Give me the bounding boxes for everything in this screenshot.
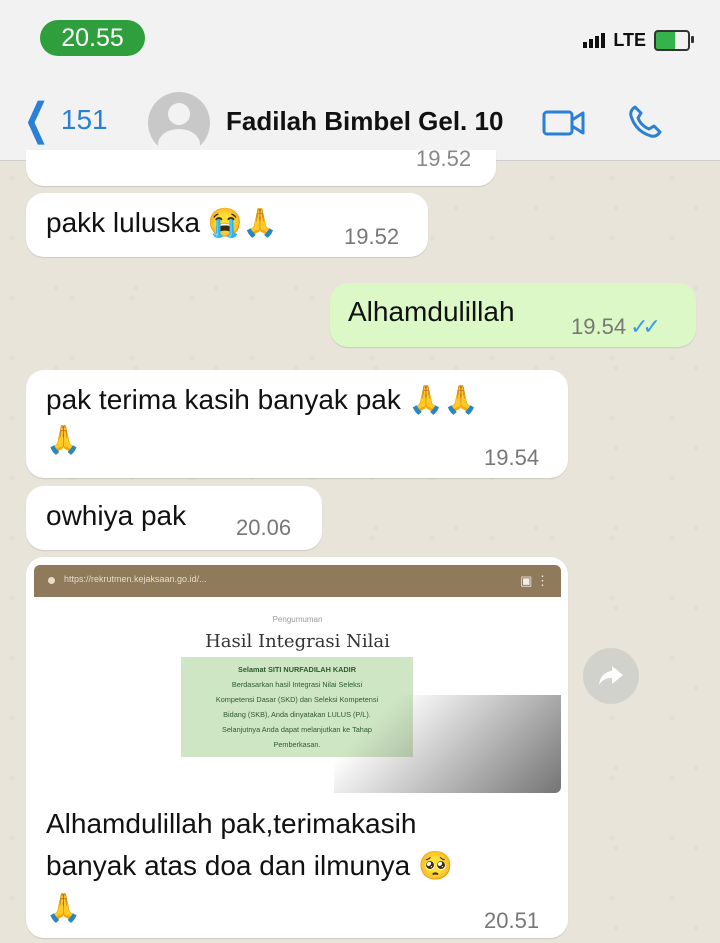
message-text: Alhamdulillah pak,terimakasih xyxy=(46,808,417,839)
battery-icon xyxy=(654,30,694,51)
image-title: Hasil Integrasi Nilai xyxy=(205,631,390,652)
browser-url: https://rekrutmen.kejaksaan.go.id/... xyxy=(64,574,207,584)
message-text: owhiya pak xyxy=(46,500,187,531)
chat-header: 20.55 LTE ❮ 151 Fadilah Bimbel Gel. 10 xyxy=(0,0,720,161)
avatar[interactable] xyxy=(148,92,210,154)
image-attachment[interactable]: https://rekrutmen.kejaksaan.go.id/... ▣ … xyxy=(34,565,561,793)
message-time: 20.06 xyxy=(236,515,292,540)
network-type: LTE xyxy=(613,30,646,50)
status-time: 20.55 xyxy=(40,20,145,56)
message-time: 19.52 xyxy=(416,146,472,171)
message-text-line3: 🙏 xyxy=(46,892,81,923)
lock-icon xyxy=(48,577,55,584)
read-receipt-icon: ✓✓ xyxy=(630,314,661,339)
browser-menu-icon: ▣ ⋮ xyxy=(520,573,549,588)
message-text: pakk luluska 😭🙏 xyxy=(46,207,278,238)
browser-url-bar: https://rekrutmen.kejaksaan.go.id/... ▣ … xyxy=(34,565,561,597)
message-bubble-outgoing[interactable]: Alhamdulillah 19.54 ✓✓ xyxy=(330,283,696,347)
message-time: 19.54 xyxy=(484,445,540,470)
contact-name[interactable]: Fadilah Bimbel Gel. 10 xyxy=(226,106,503,137)
message-text-line2: 🙏 xyxy=(46,424,81,455)
message-time: 20.51 xyxy=(484,908,540,933)
message-time: 19.52 xyxy=(344,224,400,249)
message-bubble[interactable]: 19.52 xyxy=(26,146,496,186)
video-call-icon[interactable] xyxy=(542,108,586,138)
chevron-left-icon: ❮ xyxy=(23,95,50,144)
image-shadow xyxy=(334,695,561,793)
signal-icon xyxy=(583,33,606,48)
phone-icon[interactable] xyxy=(627,104,663,140)
message-bubble[interactable]: pak terima kasih banyak pak 🙏🙏 🙏 19.54 xyxy=(26,370,568,478)
result-line: Selamat SITI NURFADILAH KADIR xyxy=(238,665,356,674)
message-text-line2: banyak atas doa dan ilmunya 🥺 xyxy=(46,850,453,881)
message-text: pak terima kasih banyak pak 🙏🙏 xyxy=(46,384,479,415)
message-text: Alhamdulillah xyxy=(348,296,515,327)
message-time-value: 19.54 xyxy=(571,314,627,339)
message-bubble[interactable]: owhiya pak 20.06 xyxy=(26,486,322,550)
message-time: 19.54 ✓✓ xyxy=(571,314,661,340)
image-subheading: Pengumuman xyxy=(272,615,323,624)
message-bubble[interactable]: pakk luluska 😭🙏 19.52 xyxy=(26,193,428,257)
unread-count: 151 xyxy=(60,104,108,135)
status-indicators: LTE xyxy=(583,30,694,51)
result-line: Berdasarkan hasil Integrasi Nilai Seleks… xyxy=(231,680,363,689)
forward-icon xyxy=(599,666,623,685)
back-button[interactable]: ❮ 151 xyxy=(18,95,108,144)
forward-button[interactable] xyxy=(583,648,639,704)
